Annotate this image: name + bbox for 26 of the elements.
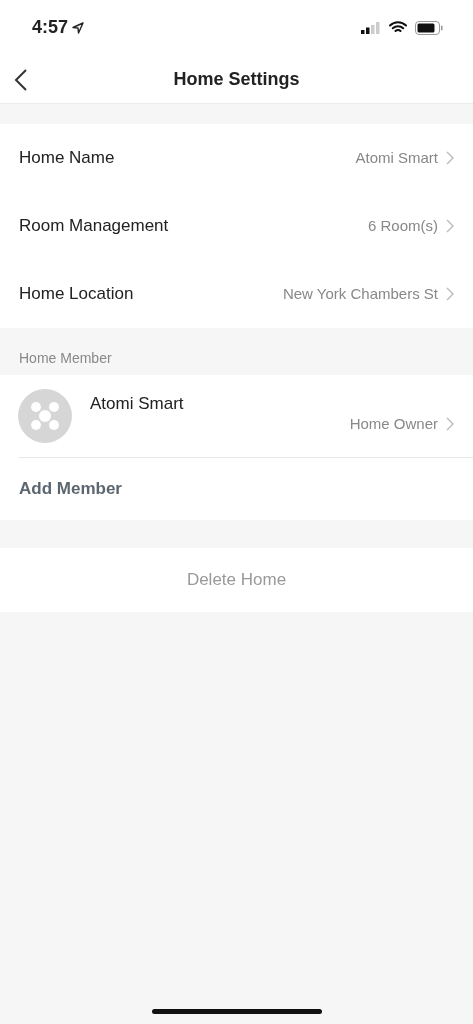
chevron-icon — [446, 287, 455, 301]
chevron-icon — [446, 151, 455, 165]
section-header: Home Member — [19, 349, 112, 368]
settings-row[interactable]: Home Location New York Chambers St — [0, 260, 473, 328]
time-text: 4:57 — [32, 16, 69, 39]
add-member-button[interactable]: Add Member — [19, 457, 473, 520]
settings-row[interactable]: Home Name Atomi Smart — [0, 124, 473, 192]
setting-label: Home Name — [19, 147, 115, 170]
setting-label: Home Location — [19, 283, 134, 306]
avatar-icon — [18, 389, 72, 443]
page-title: Home Settings — [173, 67, 300, 91]
location-arrow-icon — [72, 21, 85, 34]
setting-value: Atomi Smart — [355, 147, 438, 168]
chevron-icon — [446, 219, 455, 233]
settings-row[interactable]: Room Management 6 Room(s) — [0, 192, 473, 260]
battery-icon — [415, 20, 443, 35]
setting-value: 6 Room(s) — [368, 215, 438, 236]
chevron-icon — [446, 417, 455, 431]
wifi-icon — [389, 21, 407, 34]
member-role: Home Owner — [349, 413, 438, 434]
member-row[interactable]: Atomi Smart Home Owner — [0, 375, 473, 457]
signal-icon — [361, 21, 381, 34]
setting-value: New York Chambers St — [282, 283, 438, 304]
back-icon[interactable] — [14, 69, 28, 91]
setting-label: Room Management — [19, 215, 169, 238]
member-name: Atomi Smart — [90, 393, 185, 416]
